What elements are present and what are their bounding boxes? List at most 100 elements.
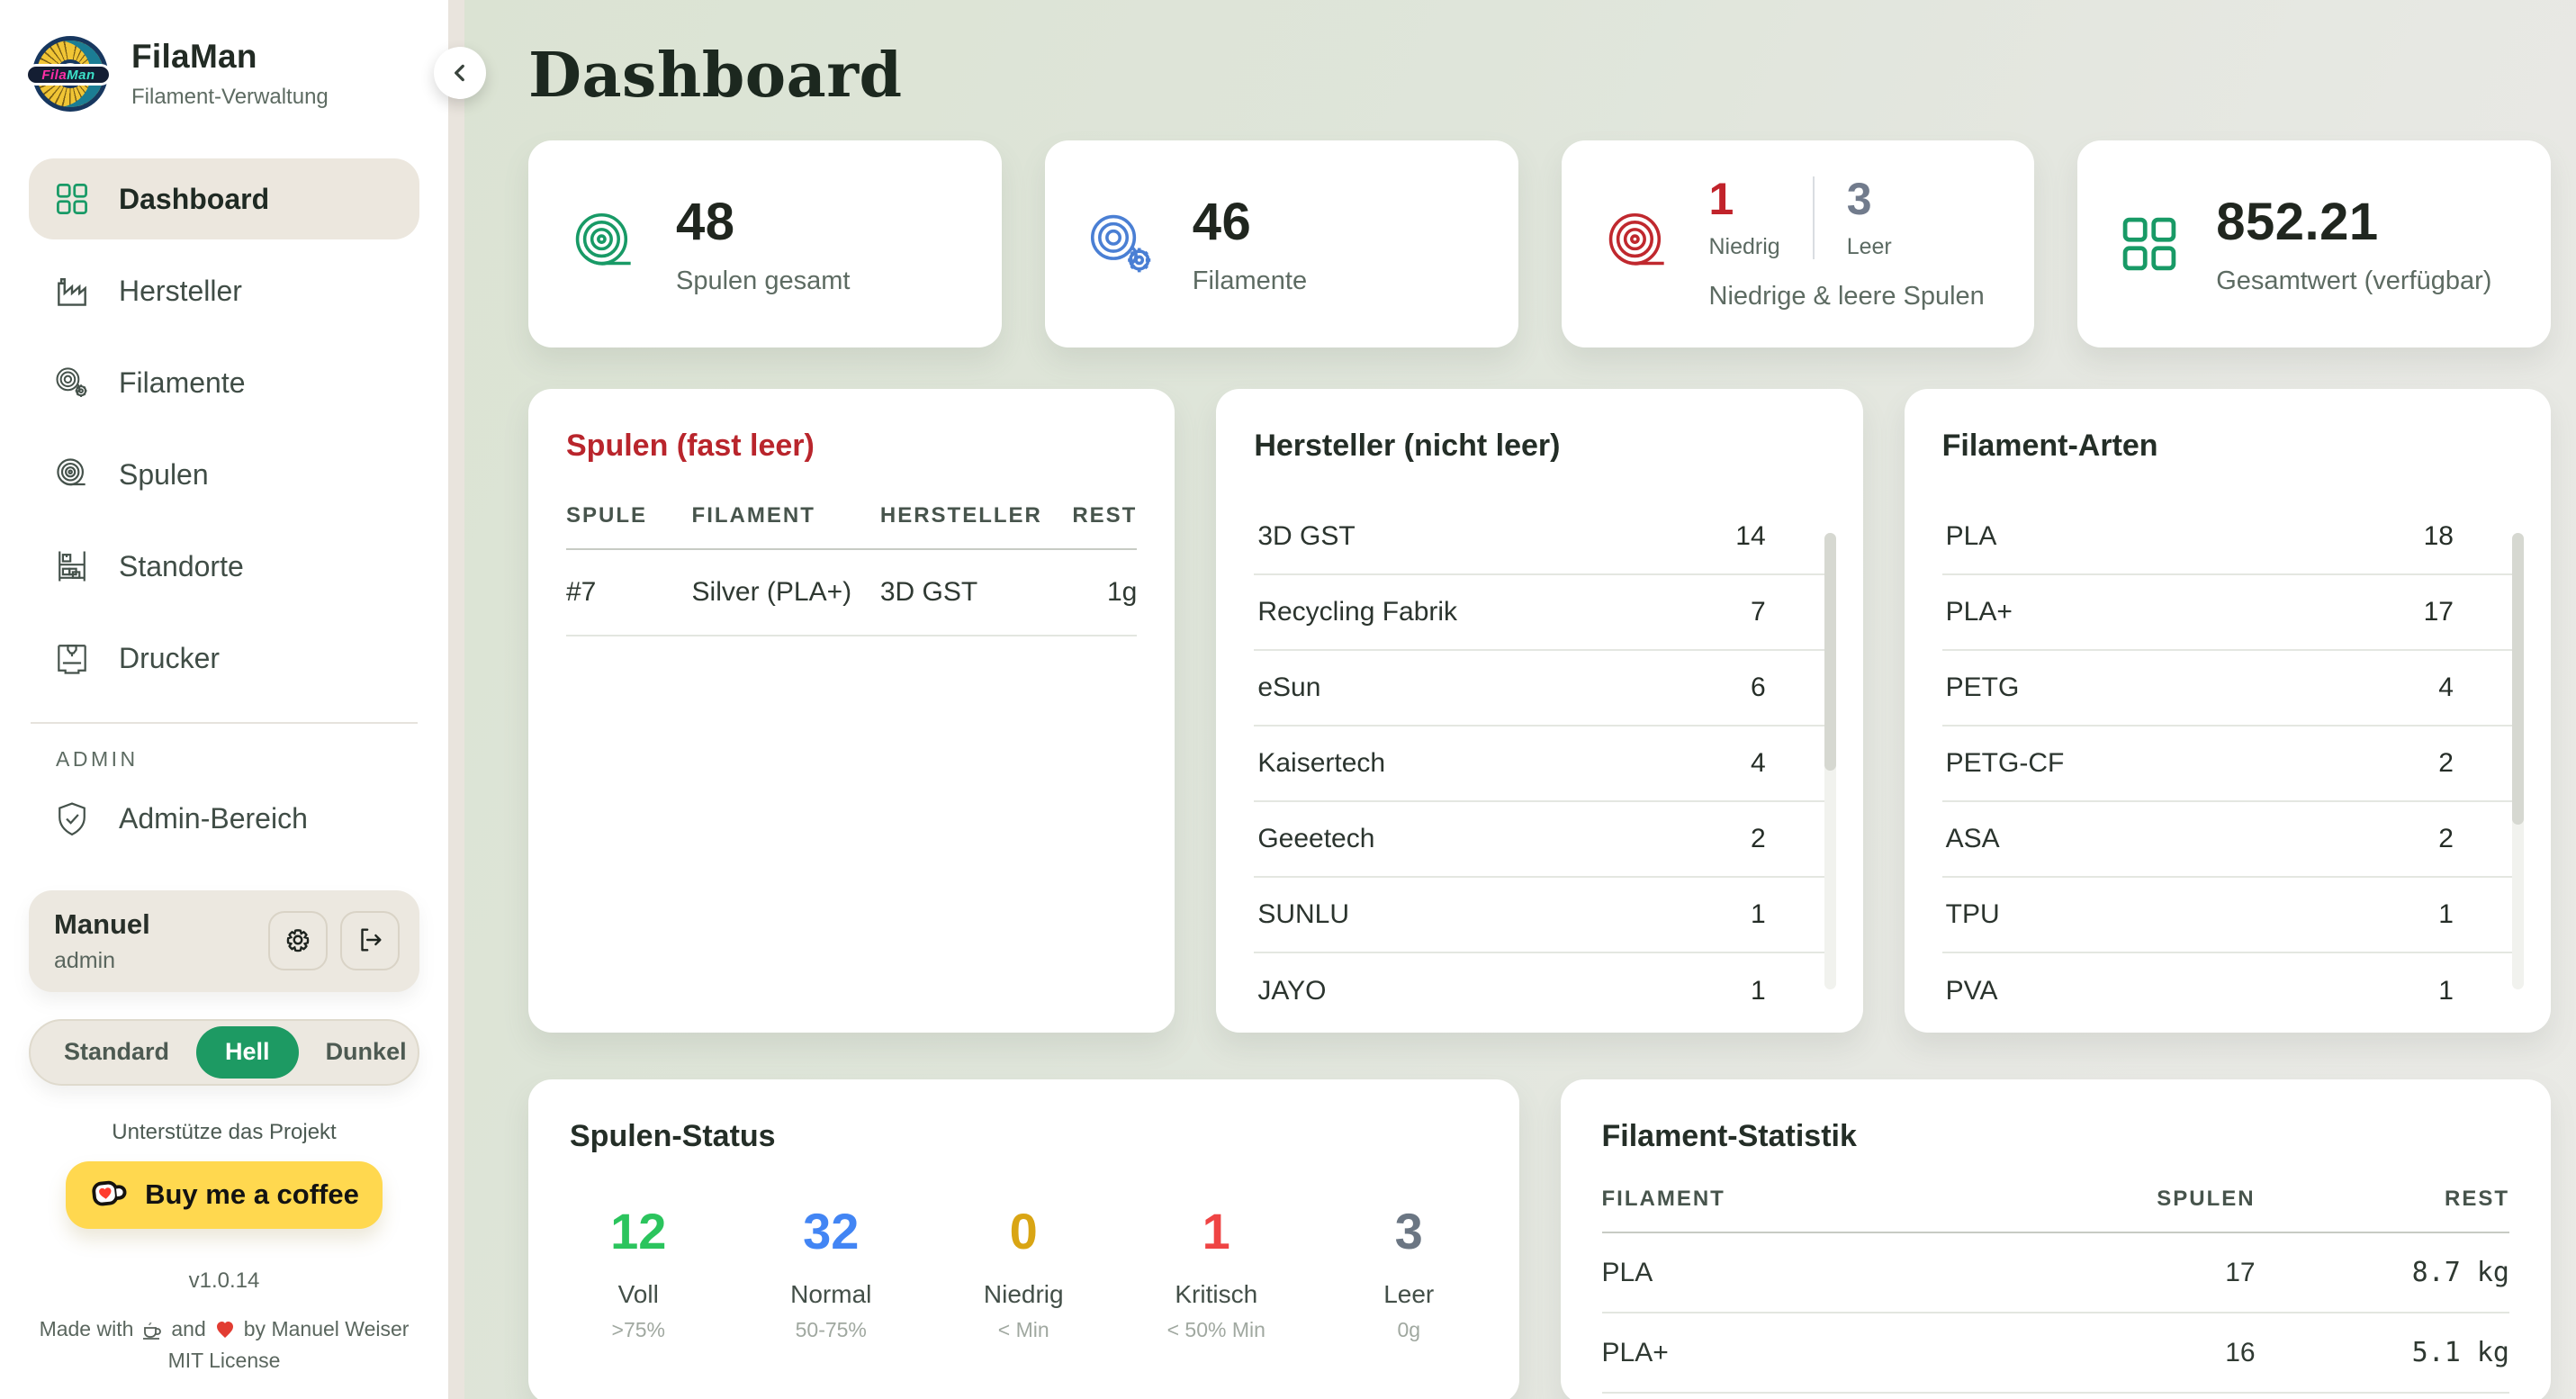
scrollbar-track[interactable] [1824, 533, 1836, 989]
scrollbar-thumb[interactable] [1824, 533, 1836, 771]
column-header: SPULEN [2010, 1187, 2255, 1232]
sidebar-main-divider [448, 0, 464, 1399]
app-subtitle: Filament-Verwaltung [131, 85, 329, 110]
shelf-icon [52, 546, 92, 586]
table-row: #7 Silver (PLA+) 3D GST 1g [566, 549, 1137, 636]
sidebar-item-spulen[interactable]: Spulen [29, 434, 419, 515]
user-name: Manuel [54, 908, 150, 941]
stat-card-gesamtwert: 852.21 Gesamtwert (verfügbar) [2077, 140, 2551, 347]
sidebar-item-dashboard[interactable]: Dashboard [29, 158, 419, 239]
buy-me-a-coffee-button[interactable]: Buy me a coffee [66, 1161, 383, 1229]
low-count: 1 [1709, 176, 1780, 221]
app-version: v1.0.14 [29, 1268, 419, 1294]
spool-status-strip: 12 Voll >75% 32 Normal 50-75% 0 Niedrig … [570, 1206, 1478, 1342]
middle-cards-row: Spulen (fast leer) SPULE FILAMENT HERSTE… [528, 389, 2551, 1033]
user-card: Manuel admin [29, 890, 419, 992]
empty-label: Leer [1847, 234, 1892, 260]
app-logo: FilaMan [32, 36, 108, 112]
sidebar: FilaMan FilaMan Filament-Verwaltung Dash… [0, 0, 448, 1399]
main-content: Dashboard 48 Spulen gesamt 46 Filamente [464, 0, 2576, 1399]
admin-section-label: ADMIN [56, 747, 419, 772]
status-leer: 3 Leer 0g [1341, 1206, 1476, 1342]
low-spools-table: SPULE FILAMENT HERSTELLER REST #7 Silver… [566, 503, 1137, 636]
column-header: FILAMENT [692, 503, 880, 549]
sidebar-collapse-button[interactable] [434, 47, 486, 99]
table-row: PLA+ 16 5.1 kg [1602, 1313, 2510, 1393]
sidebar-divider [31, 722, 418, 724]
filament-spool-icon [1083, 205, 1160, 283]
bottom-cards-row: Spulen-Status 12 Voll >75% 32 Normal 50-… [528, 1079, 2551, 1399]
status-voll: 12 Voll >75% [571, 1206, 706, 1342]
theme-option-dunkel[interactable]: Dunkel [299, 1038, 434, 1066]
low-label: Niedrig [1709, 234, 1780, 260]
column-header: HERSTELLER [880, 503, 1051, 549]
card-title: Spulen-Status [570, 1119, 1478, 1154]
list-item: PETG4 [1942, 651, 2513, 727]
list-item: Geeetech2 [1254, 802, 1824, 878]
list-item: 3D GST14 [1254, 500, 1824, 575]
spool-status-card: Spulen-Status 12 Voll >75% 32 Normal 50-… [528, 1079, 1519, 1399]
list-item: Recycling Fabrik7 [1254, 575, 1824, 651]
coffee-heart-icon [89, 1174, 131, 1215]
support-text: Unterstütze das Projekt [29, 1120, 419, 1145]
list-item: PVA1 [1942, 953, 2513, 1029]
column-header: SPULE [566, 503, 692, 549]
filament-types-card: Filament-Arten PLA18 PLA+17 PETG4 PETG-C… [1905, 389, 2551, 1033]
page-title: Dashboard [528, 40, 2551, 112]
column-header: REST [2256, 1187, 2509, 1232]
list-item: eSun6 [1254, 651, 1824, 727]
low-spools-card: Spulen (fast leer) SPULE FILAMENT HERSTE… [528, 389, 1175, 1033]
list-item: SUNLU1 [1254, 878, 1824, 953]
stat-value: 46 [1193, 192, 1307, 252]
filament-types-list: PLA18 PLA+17 PETG4 PETG-CF2 ASA2 TPU1 PV… [1942, 500, 2513, 1029]
gear-icon [283, 925, 313, 958]
stat-label: Spulen gesamt [676, 266, 850, 296]
stat-cards-row: 48 Spulen gesamt 46 Filamente 1 Nied [528, 140, 2551, 347]
list-item: PETG-CF2 [1942, 727, 2513, 802]
filament-spool-icon [52, 363, 92, 402]
scrollbar-thumb[interactable] [2512, 533, 2524, 825]
app-name: FilaMan [131, 38, 329, 76]
stat-label: Niedrige & leere Spulen [1709, 282, 1985, 311]
heart-icon [214, 1319, 236, 1340]
sidebar-item-drucker[interactable]: Drucker [29, 618, 419, 699]
filament-statistics-table: FILAMENT SPULEN REST PLA 17 8.7 kg PLA+ … [1602, 1187, 2510, 1394]
manufacturers-card: Hersteller (nicht leer) 3D GST14 Recycli… [1216, 389, 1862, 1033]
card-title: Spulen (fast leer) [566, 429, 1137, 464]
shield-check-icon [52, 799, 92, 839]
coffee-cup-icon [141, 1319, 163, 1340]
card-title: Filament-Arten [1942, 429, 2513, 464]
status-kritisch: 1 Kritisch < 50% Min [1148, 1206, 1283, 1342]
sidebar-item-admin-bereich[interactable]: Admin-Bereich [29, 779, 419, 860]
filament-statistics-card: Filament-Statistik FILAMENT SPULEN REST … [1561, 1079, 2552, 1399]
column-header: REST [1051, 503, 1137, 549]
theme-option-hell[interactable]: Hell [196, 1026, 299, 1079]
card-title: Filament-Statistik [1602, 1119, 2510, 1154]
status-niedrig: 0 Niedrig < Min [956, 1206, 1091, 1342]
footer-credits: Made with and by Manuel Weiser MIT Licen… [29, 1313, 419, 1377]
list-item: PLA+17 [1942, 575, 2513, 651]
stat-label: Gesamtwert (verfügbar) [2216, 266, 2491, 296]
stat-value: 852.21 [2216, 192, 2491, 252]
sidebar-item-hersteller[interactable]: Hersteller [29, 250, 419, 331]
card-title: Hersteller (nicht leer) [1254, 429, 1824, 464]
stat-card-filamente: 46 Filamente [1045, 140, 1518, 347]
user-role: admin [54, 948, 150, 974]
stat-card-niedrige-leere: 1 Niedrig 3 Leer Niedrige & leere Spulen [1562, 140, 2035, 347]
sidebar-item-standorte[interactable]: Standorte [29, 526, 419, 607]
chevron-left-icon [448, 61, 472, 85]
status-normal: 32 Normal 50-75% [763, 1206, 898, 1342]
theme-option-standard[interactable]: Standard [37, 1038, 196, 1066]
sidebar-item-filamente[interactable]: Filamente [29, 342, 419, 423]
scrollbar-track[interactable] [2512, 533, 2524, 989]
logout-icon [355, 925, 385, 958]
empty-count: 3 [1847, 176, 1892, 221]
factory-icon [52, 271, 92, 311]
logout-button[interactable] [340, 911, 400, 970]
printer-3d-icon [52, 638, 92, 678]
grid-icon [52, 179, 92, 219]
spool-icon [566, 205, 644, 283]
settings-button[interactable] [268, 911, 328, 970]
app-brand: FilaMan FilaMan Filament-Verwaltung [29, 36, 419, 112]
stat-value: 48 [676, 192, 850, 252]
